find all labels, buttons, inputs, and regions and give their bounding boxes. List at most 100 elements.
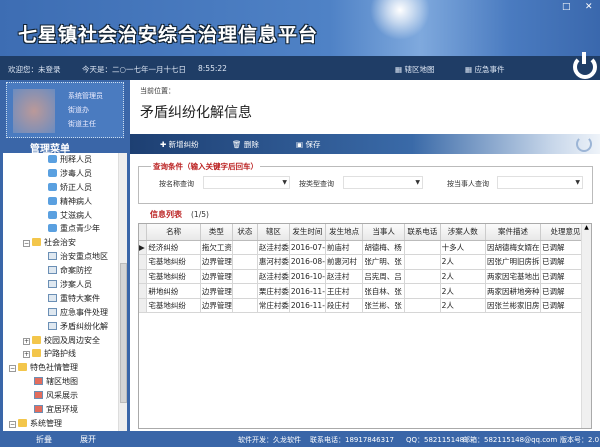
toggle-icon[interactable]: − xyxy=(9,365,16,373)
user-panel: 系统管理员 街道办 街道主任 xyxy=(6,82,124,138)
table-cell: 因胡德梅女婿在 xyxy=(485,240,541,256)
close-icon[interactable]: ✕ xyxy=(585,2,593,12)
column-header[interactable]: 名称 xyxy=(146,224,201,241)
query-panel: 查询条件（输入关键字后回车） 按名称查询 按类型查询 按当事人查询 xyxy=(138,161,593,204)
add-label: 新增纠纷 xyxy=(168,140,199,149)
menu-item[interactable]: 涉毒人员 xyxy=(3,167,127,181)
page-title: 矛盾纠纷化解信息 xyxy=(140,105,252,121)
column-header[interactable]: 类型 xyxy=(200,224,233,241)
menu-item-label: 重点青少年 xyxy=(60,224,100,234)
collapse-button[interactable]: 折叠 xyxy=(36,434,52,445)
footer: 软件开发：久龙软件 联系电话：18917846317 QQ：582115148 … xyxy=(130,431,600,447)
menu-item[interactable]: 矫正人员 xyxy=(3,181,127,195)
delete-button[interactable]: 🗑 删除 xyxy=(232,139,259,150)
save-button[interactable]: ▣ 保存 xyxy=(296,139,320,150)
nav-bar: 欢迎您：未登录 今天是：二○一七年一月十七日 8:55:22 ▦ 辖区地图 ▦ … xyxy=(0,56,600,80)
tree-scrollbar[interactable] xyxy=(118,153,127,431)
nav-map-link[interactable]: ▦ 辖区地图 xyxy=(395,64,434,75)
menu-item[interactable]: 刑释人员 xyxy=(3,153,127,167)
nav-emergency-link[interactable]: ▦ 应急事件 xyxy=(465,64,504,75)
save-label: 保存 xyxy=(305,140,321,149)
maximize-icon[interactable]: □ xyxy=(562,2,571,12)
column-header[interactable]: 辖区 xyxy=(257,224,290,241)
menu-item[interactable]: 治安重点地区 xyxy=(3,250,127,264)
menu-item[interactable]: 重特大案件 xyxy=(3,292,127,306)
column-header[interactable]: 状态 xyxy=(232,224,258,241)
menu-item[interactable]: 命案防控 xyxy=(3,264,127,278)
power-icon[interactable] xyxy=(573,52,597,79)
row-selector[interactable] xyxy=(139,283,148,299)
menu-title: 管理菜单 xyxy=(0,140,130,155)
power-icon[interactable] xyxy=(576,136,592,152)
column-header[interactable]: 联系电话 xyxy=(404,224,441,241)
row-header-corner xyxy=(139,224,148,241)
map-icon xyxy=(34,391,43,400)
name-query-select[interactable] xyxy=(203,176,290,189)
type-query-label: 按类型查询 xyxy=(299,180,334,188)
table-cell: 十多人 xyxy=(440,240,487,256)
menu-item[interactable]: 精神病人 xyxy=(3,195,127,209)
table-row[interactable]: 耕地纠纷 边界管理 栗庄村委 2016-11- 王庄村 张自林、张 2人 两家因耕地旁种 已调解 xyxy=(139,283,591,299)
doc-icon xyxy=(48,307,57,316)
menu-item[interactable]: 宜居环境 xyxy=(3,403,127,417)
table-row[interactable]: 宅基地纠纷 边界管理 赵洼村委 2016-10- 赵洼村 吕宪周、吕 2人 两家因宅基地出 已调… xyxy=(139,269,591,285)
menu-item[interactable]: − 系统管理 xyxy=(3,417,127,431)
user-icon xyxy=(48,182,57,191)
column-header[interactable]: 发生地点 xyxy=(325,224,364,241)
table-cell: 2016-08- xyxy=(289,254,326,270)
menu-item[interactable]: + 护路护线 xyxy=(3,347,127,361)
table-row[interactable]: 宅基地纠纷 边界管理 常庄村委 2016-11- 段庄村 张兰彬、张 2人 因张兰彬家旧房 已调… xyxy=(139,298,591,314)
add-dispute-button[interactable]: ✚ 新增纠纷 xyxy=(160,139,199,150)
toggle-icon[interactable]: − xyxy=(9,420,16,428)
table-scrollbar[interactable]: ▲ xyxy=(581,224,591,428)
table-cell: 2人 xyxy=(440,298,487,314)
menu-item-label: 特色社情管理 xyxy=(30,363,78,373)
row-selector[interactable] xyxy=(139,254,148,270)
column-header[interactable]: 涉案人数 xyxy=(440,224,487,241)
menu-item[interactable]: 涉案人员 xyxy=(3,278,127,292)
table-cell: 因张广明旧房拆 xyxy=(485,254,541,270)
table-cell: 边界管理 xyxy=(200,298,233,314)
menu-item[interactable]: + 校园及周边安全 xyxy=(3,334,127,348)
row-selector[interactable] xyxy=(139,269,148,285)
menu-item-label: 宜居环境 xyxy=(46,405,78,415)
menu-item[interactable]: 应急事件处理 xyxy=(3,306,127,320)
table-cell: 2人 xyxy=(440,254,487,270)
toggle-icon[interactable]: + xyxy=(23,351,30,359)
folder-icon xyxy=(32,335,41,344)
menu-item-label: 矫正人员 xyxy=(60,182,92,192)
expand-button[interactable]: 展开 xyxy=(80,434,96,445)
row-selector[interactable] xyxy=(139,298,148,314)
table-row[interactable]: ▶ 经济纠纷 拖欠工资 赵洼村委 2016-07- 前庙村 胡德梅、杨 十多人 因胡德梅女婿在已… xyxy=(139,240,591,256)
breadcrumb: 当前位置： xyxy=(140,87,175,95)
table-row[interactable]: 宅基地纠纷 边界管理 惠河村委 2016-08- 前惠河村 张广明、张 2人 因张广明旧房拆已… xyxy=(139,254,591,270)
user-icon xyxy=(48,155,57,163)
table-cell: 栗庄村委 xyxy=(257,283,290,299)
column-header[interactable]: 发生时间 xyxy=(289,224,326,241)
toggle-icon[interactable]: + xyxy=(23,337,30,345)
menu-item[interactable]: − 社会治安 xyxy=(3,236,127,250)
footer-qq: QQ：582115148 xyxy=(406,436,465,444)
menu-item[interactable]: 矛盾纠纷化解 xyxy=(3,320,127,334)
welcome-text: 欢迎您：未登录 xyxy=(8,65,61,74)
menu-item[interactable]: 重点青少年 xyxy=(3,222,127,236)
menu-item-label: 应急事件处理 xyxy=(60,307,108,317)
table-cell: 2人 xyxy=(440,283,487,299)
table-cell: 胡德梅、杨 xyxy=(362,240,406,256)
menu-item[interactable]: 辖区地图 xyxy=(3,375,127,389)
row-selector[interactable]: ▶ xyxy=(139,240,148,256)
menu-item[interactable]: 风采展示 xyxy=(3,389,127,403)
column-header[interactable]: 案件描述 xyxy=(485,224,541,241)
table-cell xyxy=(232,269,258,285)
table-cell xyxy=(232,254,258,270)
column-header[interactable]: 当事人 xyxy=(362,224,406,241)
menu-item[interactable]: − 特色社情管理 xyxy=(3,361,127,375)
table-cell: 边界管理 xyxy=(200,254,233,270)
toggle-icon[interactable]: − xyxy=(23,240,30,248)
type-query-select[interactable] xyxy=(343,176,423,189)
app-title: 七星镇社会治安综合治理信息平台 xyxy=(18,24,319,46)
party-query-select[interactable] xyxy=(497,176,583,189)
menu-item[interactable]: 艾滋病人 xyxy=(3,209,127,223)
footer-developer: 软件开发：久龙软件 xyxy=(238,436,301,444)
menu-item-label: 社会治安 xyxy=(44,238,76,248)
